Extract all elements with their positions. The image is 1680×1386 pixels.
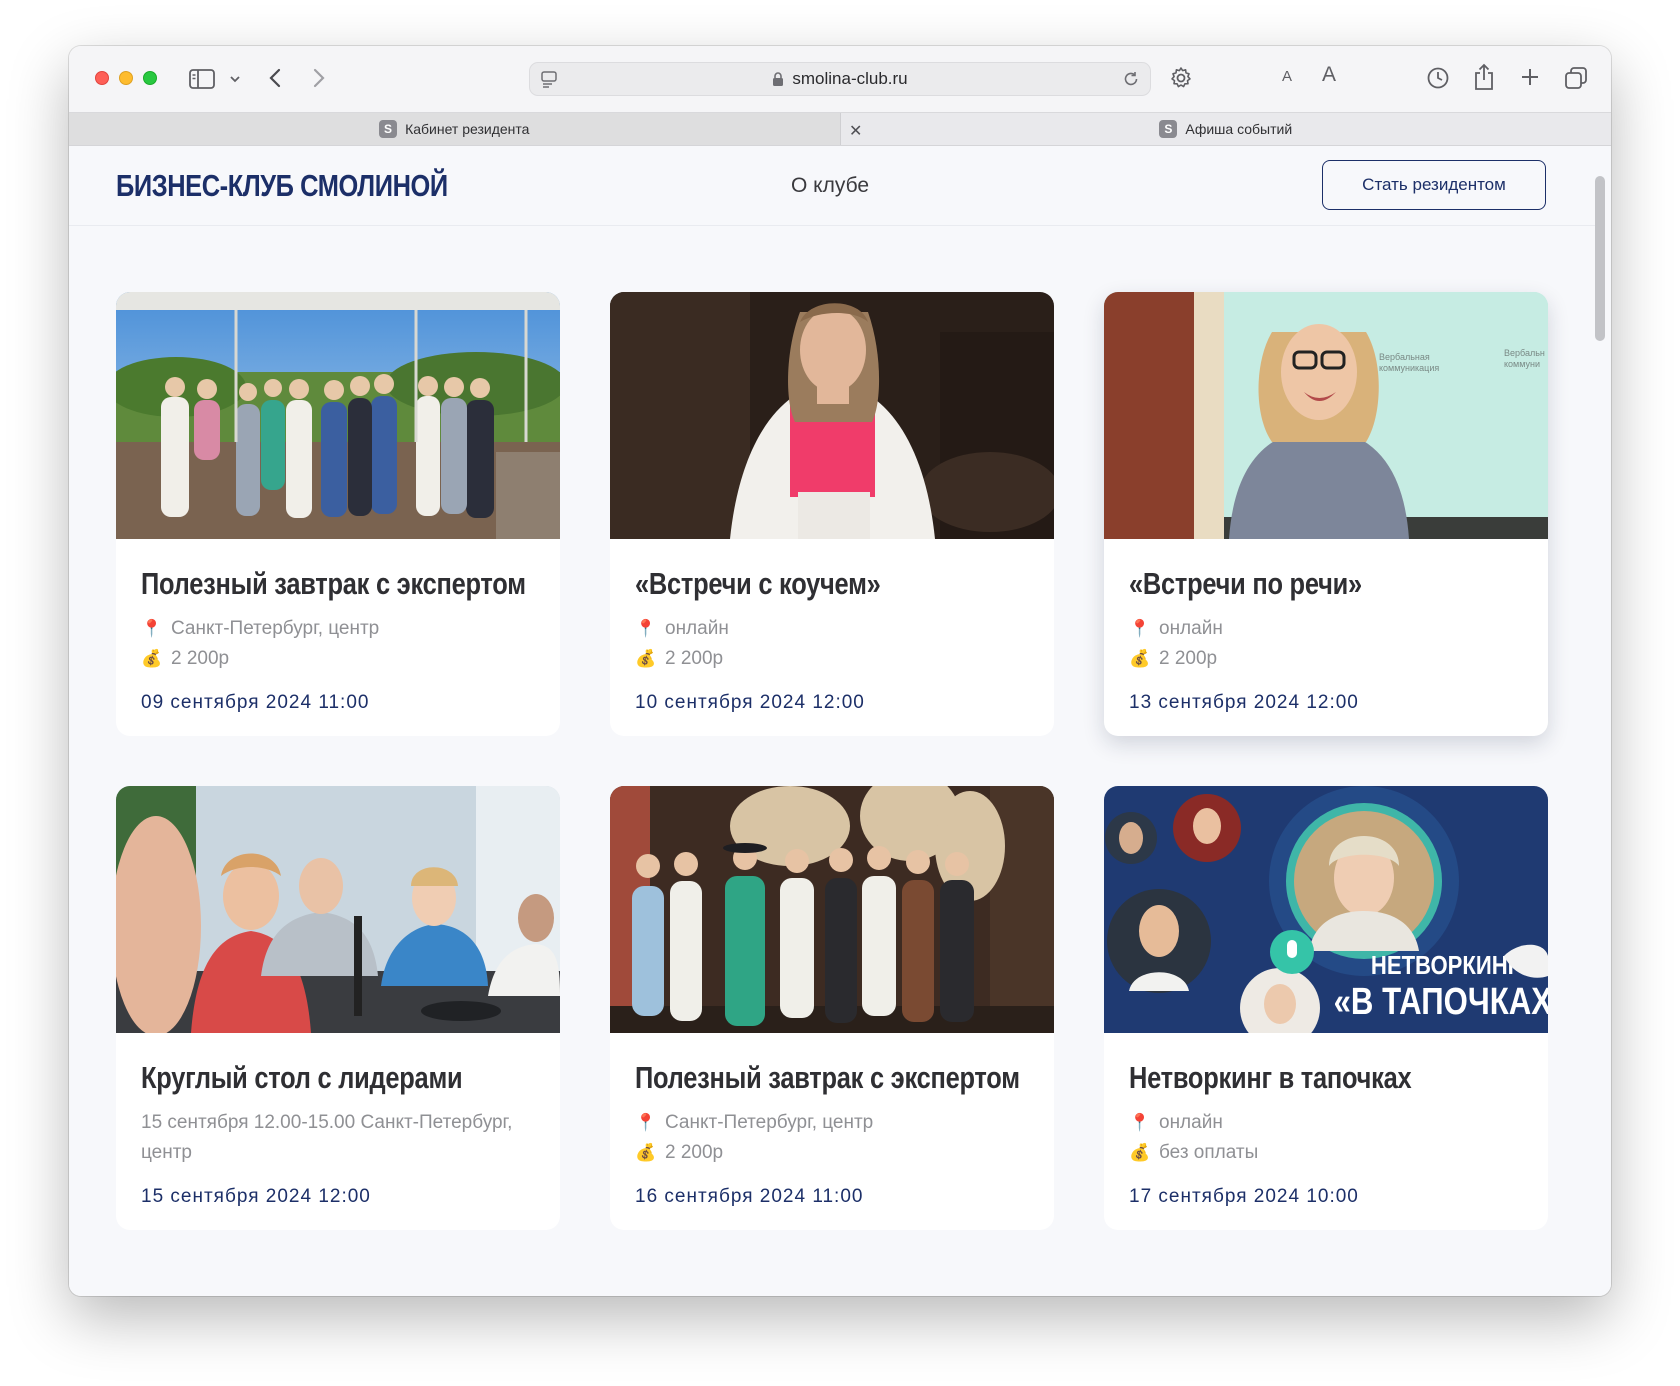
text-smaller-button[interactable]: A [1282, 68, 1292, 85]
event-card[interactable]: Вербальная коммуникация Вербальн коммуни… [1104, 292, 1548, 736]
event-photo: Вербальная коммуникация Вербальн коммуни [1104, 292, 1548, 539]
event-description: 15 сентября 12.00-15.00 Санкт-Петербург,… [141, 1112, 513, 1163]
event-title[interactable]: Полезный завтрак с экспертом [635, 1060, 1020, 1096]
location-pin-icon: 📍 [635, 1113, 657, 1132]
tab-overview-icon[interactable] [1564, 66, 1588, 90]
nav-about-link[interactable]: О клубе [791, 174, 869, 198]
history-icon[interactable] [1426, 66, 1450, 90]
event-date: 16 сентября 2024 11:00 [635, 1186, 864, 1207]
address-bar[interactable]: smolina-club.ru [529, 62, 1151, 96]
event-title[interactable]: «Встречи по речи» [1129, 566, 1362, 602]
event-title[interactable]: Нетворкинг в тапочках [1129, 1060, 1412, 1096]
event-title[interactable]: Полезный завтрак с экспертом [141, 566, 526, 602]
gear-icon[interactable] [1169, 66, 1193, 90]
event-meta: 📍 онлайн 💰 2 200р [1129, 614, 1223, 674]
event-meta: 📍 онлайн 💰 без оплаты [1129, 1108, 1258, 1168]
event-photo: НЕТВОРКИНГ «В ТАПОЧКАХ» [1104, 786, 1548, 1033]
browser-window: smolina-club.ru A A S Кабинет резидента [69, 46, 1611, 1296]
event-price: 2 200р [665, 648, 724, 669]
event-location: онлайн [1159, 1112, 1223, 1133]
become-resident-button[interactable]: Стать резидентом [1322, 160, 1546, 210]
event-location: Санкт-Петербург, центр [171, 618, 380, 639]
event-card[interactable]: Полезный завтрак с экспертом 📍 Санкт-Пете… [610, 786, 1054, 1230]
event-photo [610, 786, 1054, 1033]
chevron-down-icon[interactable] [229, 74, 241, 84]
browser-toolbar: smolina-club.ru A A [69, 46, 1611, 112]
site-logo[interactable]: БИЗНЕС-КЛУБ СМОЛИНОЙ [116, 168, 448, 204]
reader-icon[interactable] [540, 70, 558, 93]
tab-events[interactable]: S Афиша событий [841, 113, 1612, 145]
banner-line-1: НЕТВОРКИНГ [1371, 951, 1521, 980]
favicon: S [379, 120, 398, 138]
event-location: онлайн [665, 618, 729, 639]
tab-label: Афиша событий [1185, 121, 1293, 137]
close-tab-icon[interactable]: ✕ [849, 121, 862, 141]
back-icon[interactable] [267, 66, 283, 90]
minimize-window-button[interactable] [119, 71, 133, 85]
event-photo [610, 292, 1054, 539]
event-title[interactable]: Круглый стол с лидерами [141, 1060, 463, 1096]
page-scrollbar[interactable] [1595, 176, 1605, 1286]
event-location: Санкт-Петербург, центр [665, 1112, 874, 1133]
event-card[interactable]: Полезный завтрак с экспертом 📍 Санкт-Пете… [116, 292, 560, 736]
money-bag-icon: 💰 [1129, 1143, 1151, 1162]
scrollbar-thumb[interactable] [1595, 176, 1605, 341]
event-card[interactable]: Круглый стол с лидерами 15 сентября 12.0… [116, 786, 560, 1230]
event-date: 13 сентября 2024 12:00 [1129, 692, 1359, 713]
slide-text: коммуни [1504, 359, 1540, 369]
reload-icon[interactable] [1122, 70, 1140, 93]
event-meta: 📍 онлайн 💰 2 200р [635, 614, 729, 674]
slide-text: коммуникация [1379, 363, 1439, 373]
slide-text: Вербальн [1504, 348, 1545, 358]
event-location: онлайн [1159, 618, 1223, 639]
tab-bar: S Кабинет резидента S Афиша событий ✕ [69, 112, 1611, 146]
banner-line-2: «В ТАПОЧКАХ» [1334, 981, 1548, 1023]
event-date: 10 сентября 2024 12:00 [635, 692, 865, 713]
web-page: БИЗНЕС-КЛУБ СМОЛИНОЙ О клубе Стать резид… [69, 146, 1611, 1296]
location-pin-icon: 📍 [635, 619, 657, 638]
sidebar-toggle-icon[interactable] [189, 68, 215, 90]
forward-icon[interactable] [311, 66, 327, 90]
favicon: S [1159, 120, 1178, 138]
close-window-button[interactable] [95, 71, 109, 85]
share-icon[interactable] [1473, 63, 1495, 91]
event-price: 2 200р [171, 648, 230, 669]
site-header: БИЗНЕС-КЛУБ СМОЛИНОЙ О клубе Стать резид… [69, 146, 1595, 226]
lock-icon [772, 71, 784, 87]
event-meta: 📍 Санкт-Петербург, центр 💰 2 200р [635, 1108, 873, 1168]
money-bag-icon: 💰 [635, 1143, 657, 1162]
location-pin-icon: 📍 [141, 619, 163, 638]
money-bag-icon: 💰 [635, 649, 657, 668]
event-meta: 15 сентября 12.00-15.00 Санкт-Петербург,… [141, 1108, 541, 1168]
new-tab-icon[interactable] [1519, 66, 1541, 88]
location-pin-icon: 📍 [1129, 619, 1151, 638]
event-meta: 📍 Санкт-Петербург, центр 💰 2 200р [141, 614, 379, 674]
event-date: 15 сентября 2024 12:00 [141, 1186, 371, 1207]
event-price: 2 200р [1159, 648, 1218, 669]
event-photo [116, 786, 560, 1033]
event-photo [116, 292, 560, 539]
tab-label: Кабинет резидента [405, 121, 530, 137]
text-larger-button[interactable]: A [1322, 63, 1336, 87]
money-bag-icon: 💰 [141, 649, 163, 668]
window-controls [95, 71, 157, 85]
event-price: без оплаты [1159, 1142, 1259, 1163]
event-price: 2 200р [665, 1142, 724, 1163]
event-title[interactable]: «Встречи с коучем» [635, 566, 881, 602]
maximize-window-button[interactable] [143, 71, 157, 85]
event-card[interactable]: «Встречи с коучем» 📍 онлайн 💰 2 200р 10 се… [610, 292, 1054, 736]
event-date: 09 сентября 2024 11:00 [141, 692, 370, 713]
money-bag-icon: 💰 [1129, 649, 1151, 668]
tab-resident-cabinet[interactable]: S Кабинет резидента [69, 113, 841, 145]
location-pin-icon: 📍 [1129, 1113, 1151, 1132]
event-date: 17 сентября 2024 10:00 [1129, 1186, 1359, 1207]
slide-text: Вербальная [1379, 352, 1430, 362]
event-card[interactable]: НЕТВОРКИНГ «В ТАПОЧКАХ» Нетворкинг в тап… [1104, 786, 1548, 1230]
url-text: smolina-club.ru [792, 69, 908, 88]
